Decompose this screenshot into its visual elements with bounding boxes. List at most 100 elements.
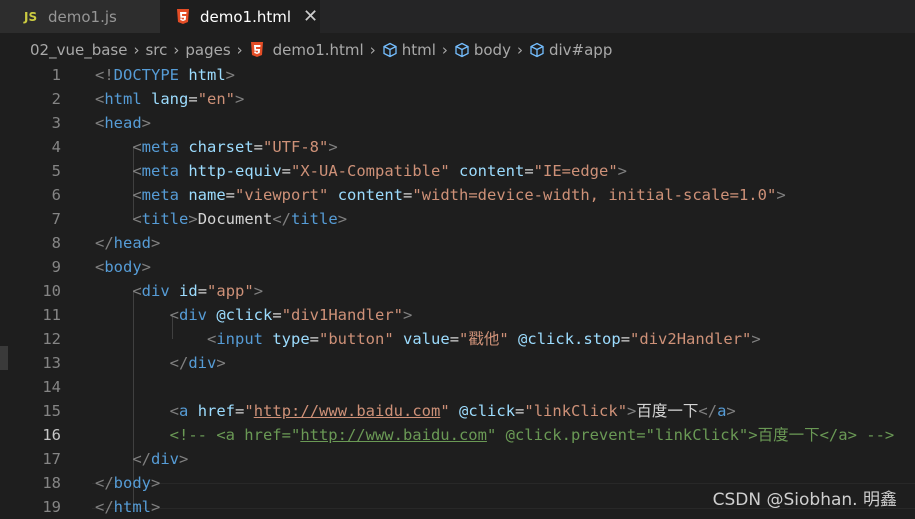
code-token: html [188, 66, 226, 84]
tab-demo1-js[interactable]: JS demo1.js [0, 0, 160, 33]
code-token: </ [95, 474, 114, 492]
code-line[interactable]: 2 <html lang="en"> [0, 87, 915, 111]
code-token: div [188, 354, 217, 372]
code-token: Document [197, 210, 273, 228]
symbol-cube-icon [383, 42, 397, 58]
code-token: " [440, 402, 450, 420]
code-token: content [337, 186, 404, 204]
code-line[interactable]: 4 <meta charset="UTF-8"> [0, 135, 915, 159]
code-line[interactable]: 13 </div> [0, 351, 915, 375]
breadcrumb-label: html [401, 41, 436, 59]
code-token: a [717, 402, 727, 420]
breadcrumb-label: pages [185, 41, 231, 59]
code-line[interactable]: 1 <!DOCTYPE html> [0, 63, 915, 87]
code-token: content [459, 162, 525, 180]
code-text: <head> [95, 111, 151, 135]
code-line[interactable]: 14 [0, 375, 915, 399]
code-token: = [253, 138, 264, 156]
code-editor[interactable]: 1 <!DOCTYPE html> 2 <html lang="en"> 3 <head>… [0, 63, 915, 518]
code-token: </ [272, 210, 292, 228]
code-token: = [515, 402, 525, 420]
code-token: head [104, 114, 142, 132]
code-token: > [751, 330, 761, 348]
code-token: > [151, 234, 161, 252]
tab-label: demo1.html [200, 7, 292, 26]
code-text: <meta charset="UTF-8"> [95, 135, 337, 159]
code-token: 百度一下 [636, 402, 699, 420]
code-token: <!-- <a href=" [169, 426, 301, 444]
code-token: div [141, 282, 170, 300]
code-line[interactable]: 10 <div id="app"> [0, 279, 915, 303]
code-line[interactable]: 16 <!-- <a href="http://www.baidu.com" @… [0, 423, 915, 447]
code-token: title [141, 210, 189, 228]
code-text: <title>Document</title> [95, 207, 347, 231]
code-token: < [132, 162, 142, 180]
symbol-cube-icon [455, 42, 469, 58]
close-icon[interactable]: ✕ [303, 6, 318, 27]
code-line[interactable]: 12 <input type="button" value="戳他" @clic… [0, 327, 915, 351]
breadcrumb-symbol-html[interactable]: html [382, 41, 436, 59]
tab-demo1-html[interactable]: demo1.html ✕ [160, 0, 320, 33]
code-token: </ [95, 498, 114, 516]
code-line[interactable]: 8 </head> [0, 231, 915, 255]
code-token: < [95, 90, 105, 108]
code-token: lang [151, 90, 189, 108]
code-token: = [620, 330, 631, 348]
code-line[interactable]: 5 <meta http-equiv="X-UA-Compatible" con… [0, 159, 915, 183]
code-token: " [244, 402, 254, 420]
breadcrumb-folder-02-vue-base[interactable]: 02_vue_base [30, 41, 127, 59]
breadcrumb-folder-src[interactable]: src [145, 41, 167, 59]
line-number: 13 [42, 354, 61, 372]
breadcrumb-symbol-body[interactable]: body [454, 41, 511, 59]
code-token: type [272, 330, 310, 348]
breadcrumb-folder-pages[interactable]: pages [185, 41, 230, 59]
code-token: > [225, 66, 236, 84]
breadcrumb-label: 02_vue_base [30, 41, 128, 59]
code-token: > [403, 306, 413, 324]
code-token: </ [132, 450, 151, 468]
code-token: </ [698, 402, 718, 420]
code-token: = [281, 162, 292, 180]
line-number: 17 [42, 450, 61, 468]
code-token: value [403, 330, 450, 348]
code-token: > [726, 402, 736, 420]
code-token: meta [141, 162, 179, 180]
chevron-right-icon: › [236, 41, 243, 59]
code-token: href [197, 402, 236, 420]
line-number: 9 [51, 258, 61, 276]
chevron-right-icon: › [369, 41, 376, 59]
chevron-right-icon: › [516, 41, 523, 59]
code-line[interactable]: 11 <div @click="div1Handler"> [0, 303, 915, 327]
code-line[interactable]: 6 <meta name="viewport" content="width=d… [0, 183, 915, 207]
breadcrumb-label: src [145, 41, 168, 59]
code-token: < [206, 330, 217, 348]
breadcrumb-label: demo1.html [272, 41, 364, 59]
code-line[interactable]: 7 <title>Document</title> [0, 207, 915, 231]
code-line[interactable]: 15 <a href="http://www.baidu.com" @click… [0, 399, 915, 423]
line-number: 8 [51, 234, 61, 252]
code-token: = [188, 90, 198, 108]
chevron-right-icon: › [133, 41, 140, 59]
code-line[interactable]: 3 <head> [0, 111, 915, 135]
code-text: <input type="button" value="戳他" @click.s… [95, 327, 761, 351]
code-token: body [104, 258, 142, 276]
code-token: </ [169, 354, 189, 372]
code-token: http://www.baidu.com [253, 402, 441, 420]
code-line[interactable]: 17 </div> [0, 447, 915, 471]
code-token: < [95, 114, 105, 132]
code-token: body [113, 474, 151, 492]
breadcrumb-file-demo1-html[interactable]: demo1.html [249, 41, 364, 59]
code-line[interactable]: 9 <body> [0, 255, 915, 279]
breadcrumb-symbol-div-app[interactable]: div#app [529, 41, 612, 59]
code-token: DOCTYPE [113, 66, 179, 84]
